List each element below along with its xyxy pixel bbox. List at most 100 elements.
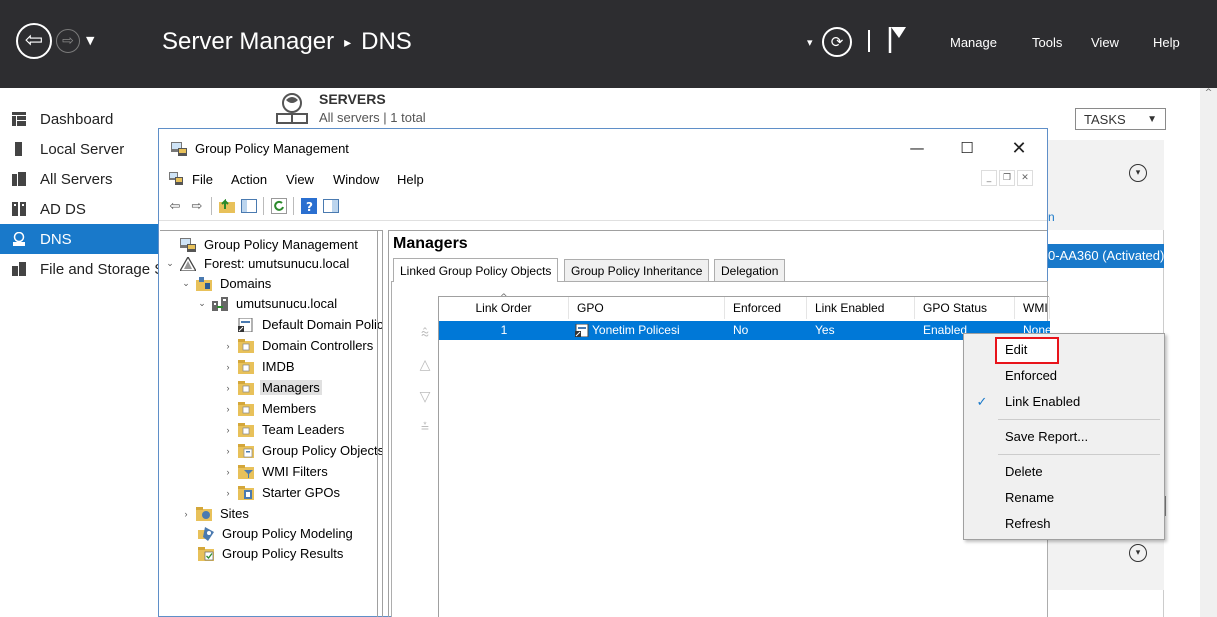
context-menu-edit[interactable]: Edit bbox=[964, 339, 1164, 361]
server-manager-sidebar: Dashboard Local Server All Servers AD DS… bbox=[0, 88, 160, 617]
chevron-right-icon[interactable]: › bbox=[222, 467, 234, 477]
move-to-bottom-icon[interactable]: ⩮ bbox=[416, 418, 434, 436]
scroll-up-icon[interactable]: ^ bbox=[1203, 88, 1214, 102]
sidebar-item-file-storage[interactable]: File and Storage Services bbox=[0, 254, 160, 284]
move-up-icon[interactable]: △ bbox=[416, 356, 434, 374]
chevron-right-icon[interactable]: › bbox=[222, 362, 234, 372]
notifications-flag-icon[interactable] bbox=[887, 25, 909, 55]
menu-window[interactable]: Window bbox=[333, 172, 379, 187]
sidebar-item-ad-ds[interactable]: AD DS bbox=[0, 194, 160, 224]
tree-node-gpo-container[interactable]: › Group Policy Objects bbox=[222, 440, 383, 461]
tree-node-sites[interactable]: › Sites bbox=[180, 503, 251, 524]
tree-node-modeling[interactable]: Group Policy Modeling bbox=[194, 523, 355, 544]
tree-node-starter-gpos[interactable]: › Starter GPOs bbox=[222, 482, 342, 503]
sidebar-item-dns[interactable]: DNS bbox=[0, 224, 160, 254]
gpmc-window-title: Group Policy Management bbox=[195, 141, 349, 156]
menu-help[interactable]: Help bbox=[1153, 35, 1180, 50]
menu-action[interactable]: Action bbox=[231, 172, 267, 187]
sidebar-item-all-servers[interactable]: All Servers bbox=[0, 164, 160, 194]
linked-gpos-table[interactable]: Link Order ^ GPO Enforced Link Enabled G… bbox=[438, 293, 1050, 617]
column-header-gpo[interactable]: GPO bbox=[569, 297, 725, 319]
tree-label: Forest: umutsunucu.local bbox=[204, 256, 350, 271]
forward-arrow-icon[interactable]: ⇨ bbox=[56, 29, 80, 53]
move-down-icon[interactable]: ▽ bbox=[416, 388, 434, 406]
menu-tools[interactable]: Tools bbox=[1032, 35, 1062, 50]
chevron-down-icon[interactable]: ⌄ bbox=[164, 258, 176, 269]
chevron-right-icon[interactable]: › bbox=[222, 425, 234, 435]
expand-tile-icon[interactable]: ▾ bbox=[1129, 164, 1147, 182]
column-header-wmi-filter[interactable]: WMI Filter bbox=[1015, 297, 1050, 319]
tree-node-results[interactable]: Group Policy Results bbox=[194, 543, 345, 564]
tree-node-domain[interactable]: ⌄ umutsunucu.local bbox=[196, 293, 339, 314]
refresh-dropdown-icon[interactable]: ▾ bbox=[807, 36, 813, 49]
chevron-down-icon[interactable]: ⌄ bbox=[180, 278, 192, 289]
refresh-icon[interactable] bbox=[269, 196, 289, 216]
context-menu-link-enabled[interactable]: ✓ Link Enabled bbox=[964, 391, 1164, 413]
context-menu-enforced[interactable]: Enforced bbox=[964, 365, 1164, 387]
chevron-right-icon[interactable]: › bbox=[222, 488, 234, 498]
tree-node-root[interactable]: Group Policy Management bbox=[164, 234, 360, 255]
tree-node-domains[interactable]: ⌄ Domains bbox=[180, 273, 273, 294]
properties-pane-icon[interactable] bbox=[321, 196, 341, 216]
tasks-dropdown[interactable]: TASKS ▼ bbox=[1075, 108, 1166, 130]
column-header-link-enabled[interactable]: Link Enabled bbox=[807, 297, 915, 319]
help-icon[interactable]: ? bbox=[299, 196, 319, 216]
forward-arrow-icon[interactable]: ⇨ bbox=[187, 196, 207, 216]
sidebar-item-dashboard[interactable]: Dashboard bbox=[0, 104, 160, 134]
up-folder-icon[interactable] bbox=[217, 196, 237, 216]
minimize-icon[interactable]: — bbox=[894, 133, 940, 163]
history-dropdown-icon[interactable]: ▼ bbox=[86, 34, 94, 47]
chevron-right-icon[interactable]: › bbox=[222, 404, 234, 414]
sidebar-item-label: Dashboard bbox=[40, 110, 114, 128]
tab-delegation[interactable]: Delegation bbox=[714, 259, 786, 281]
tree-node-managers[interactable]: › Managers bbox=[222, 377, 322, 398]
chevron-right-icon[interactable]: › bbox=[222, 446, 234, 456]
tree-node-default-domain-policy[interactable]: Default Domain Policy bbox=[234, 314, 382, 335]
tree-node-imdb[interactable]: › IMDB bbox=[222, 356, 297, 377]
refresh-icon[interactable]: ⟳ bbox=[822, 27, 852, 57]
back-arrow-icon[interactable]: ⇦ bbox=[165, 196, 185, 216]
tree-node-team-leaders[interactable]: › Team Leaders bbox=[222, 419, 346, 440]
tab-linked-gpos[interactable]: Linked Group Policy Objects bbox=[393, 258, 559, 282]
chevron-right-icon[interactable]: › bbox=[222, 341, 234, 351]
sidebar-item-local-server[interactable]: Local Server bbox=[0, 134, 160, 164]
gpmc-system-menu-icon[interactable] bbox=[169, 172, 183, 185]
context-menu-save-report[interactable]: Save Report... bbox=[964, 426, 1164, 448]
tree-node-members[interactable]: › Members bbox=[222, 398, 318, 419]
chevron-right-icon[interactable]: › bbox=[222, 383, 234, 393]
tab-gp-inheritance[interactable]: Group Policy Inheritance bbox=[564, 259, 710, 281]
tree-scrollbar-edge bbox=[377, 230, 381, 617]
context-menu-delete[interactable]: Delete bbox=[964, 461, 1164, 483]
tree-node-domain-controllers[interactable]: › Domain Controllers bbox=[222, 335, 375, 356]
context-menu-refresh[interactable]: Refresh bbox=[964, 513, 1164, 535]
tasks-label: TASKS bbox=[1084, 111, 1126, 127]
column-header-gpo-status[interactable]: GPO Status bbox=[915, 297, 1015, 319]
server-manager-header: ⇦ ⇨ ▼ Server Manager ▸ DNS ▾ ⟳ Manage To… bbox=[0, 0, 1217, 88]
menu-help[interactable]: Help bbox=[397, 172, 424, 187]
mdi-close-icon[interactable]: ✕ bbox=[1017, 170, 1033, 186]
context-menu-rename[interactable]: Rename bbox=[964, 487, 1164, 509]
close-icon[interactable]: ✕ bbox=[996, 133, 1042, 163]
mdi-minimize-icon[interactable]: _ bbox=[981, 170, 997, 186]
tree-node-wmi-filters[interactable]: › WMI Filters bbox=[222, 461, 330, 482]
tree-node-forest[interactable]: ⌄ Forest: umutsunucu.local bbox=[164, 253, 351, 274]
table-row[interactable]: 1 Yonetim Policesi No Yes Enabled None bbox=[439, 321, 1050, 340]
expand-tile-2-icon[interactable]: ▾ bbox=[1129, 544, 1147, 562]
back-arrow-icon[interactable]: ⇦ bbox=[16, 23, 52, 59]
show-hide-tree-icon[interactable] bbox=[239, 196, 259, 216]
column-header-enforced[interactable]: Enforced bbox=[725, 297, 807, 319]
menu-manage[interactable]: Manage bbox=[950, 35, 997, 50]
gpmc-titlebar[interactable]: Group Policy Management — ☐ ✕ bbox=[159, 129, 1047, 167]
move-to-top-icon[interactable]: ⩯ bbox=[416, 325, 434, 343]
mdi-restore-icon[interactable]: ❐ bbox=[999, 170, 1015, 186]
svg-text:?: ? bbox=[306, 200, 313, 214]
maximize-icon[interactable]: ☐ bbox=[944, 133, 990, 163]
header-divider bbox=[868, 30, 870, 52]
main-scrollbar[interactable] bbox=[1200, 88, 1217, 617]
menu-view[interactable]: View bbox=[286, 172, 314, 187]
menu-view[interactable]: View bbox=[1091, 35, 1119, 50]
console-tree[interactable]: Group Policy Management ⌄ Forest: umutsu… bbox=[160, 230, 383, 617]
chevron-down-icon[interactable]: ⌄ bbox=[196, 298, 208, 309]
chevron-right-icon[interactable]: › bbox=[180, 509, 192, 519]
menu-file[interactable]: File bbox=[192, 172, 213, 187]
